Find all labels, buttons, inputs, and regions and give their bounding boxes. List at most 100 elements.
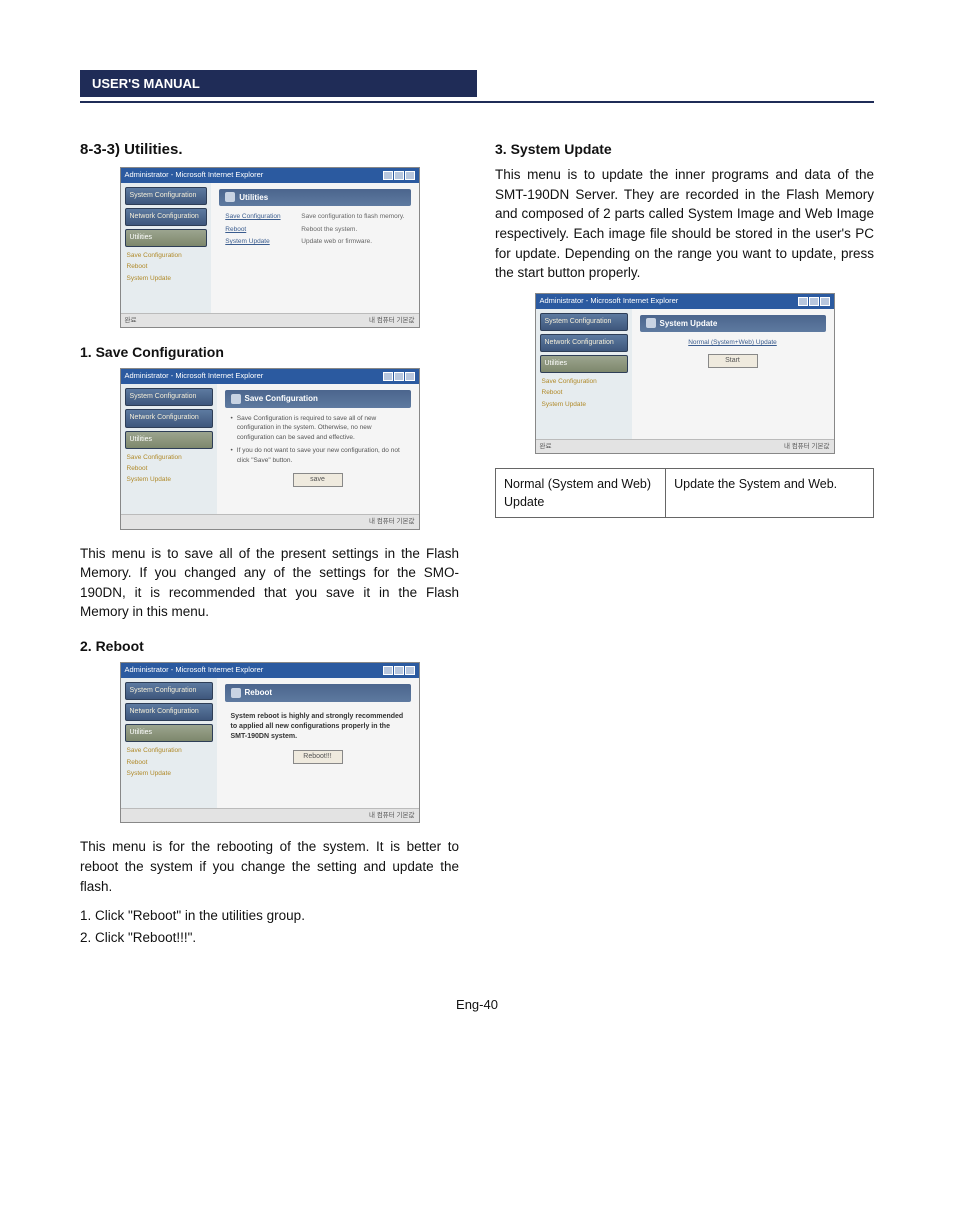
- header-bar: USER'S MANUAL: [80, 70, 477, 97]
- panel-main: Utilities Save Configuration Save config…: [211, 183, 418, 313]
- sidebar-item-network[interactable]: Network Configuration: [540, 334, 628, 352]
- status-bar: 내 컴퓨터 기본값: [121, 514, 419, 528]
- sidebar-sub-reboot[interactable]: Reboot: [125, 463, 213, 474]
- util-val: Save configuration to flash memory.: [301, 212, 404, 221]
- util-key[interactable]: Save Configuration: [225, 212, 295, 221]
- status-bar: 내 컴퓨터 기본값: [121, 808, 419, 822]
- panel-content: Normal (System+Web) Update Start: [640, 332, 826, 374]
- save-button[interactable]: save: [293, 473, 343, 487]
- panel-icon: [231, 394, 241, 404]
- bullet-text: Save Configuration is required to save a…: [237, 414, 405, 442]
- screenshot-save: Administrator - Microsoft Internet Explo…: [120, 368, 420, 529]
- status-right: 내 컴퓨터 기본값: [369, 316, 414, 325]
- panel-content: Save Configuration Save configuration to…: [219, 206, 410, 255]
- screenshot-utilities: Administrator - Microsoft Internet Explo…: [120, 167, 420, 328]
- update-table: Normal (System and Web) Update Update th…: [495, 468, 874, 518]
- status-left: 완료: [125, 316, 137, 325]
- sidebar: System Configuration Network Configurati…: [536, 309, 632, 439]
- window-body: System Configuration Network Configurati…: [121, 678, 419, 808]
- bullet-text: If you do not want to save your new conf…: [237, 446, 405, 465]
- update-body: This menu is to update the inner program…: [495, 165, 874, 282]
- status-right: 내 컴퓨터 기본값: [784, 442, 829, 451]
- window-title: Administrator - Microsoft Internet Explo…: [540, 296, 679, 307]
- window-title: Administrator - Microsoft Internet Explo…: [125, 665, 264, 676]
- sidebar-sub-reboot[interactable]: Reboot: [125, 757, 213, 768]
- sidebar-sub-reboot[interactable]: Reboot: [540, 387, 628, 398]
- panel-main: System Update Normal (System+Web) Update…: [632, 309, 834, 439]
- sidebar-sub-update[interactable]: System Update: [125, 768, 213, 779]
- sidebar-item-system[interactable]: System Configuration: [125, 388, 213, 406]
- panel-title: Save Configuration: [245, 393, 318, 405]
- close-icon: [820, 297, 830, 306]
- max-icon: [394, 171, 404, 180]
- save-body: This menu is to save all of the present …: [80, 544, 459, 622]
- panel-content: System reboot is highly and strongly rec…: [225, 702, 411, 771]
- reboot-heading: 2. Reboot: [80, 636, 459, 656]
- window-buttons: [798, 297, 830, 306]
- sidebar-sub-update[interactable]: System Update: [540, 399, 628, 410]
- update-desc: Update the System and Web.: [666, 468, 874, 517]
- start-button[interactable]: Start: [708, 354, 758, 368]
- panel-head: Save Configuration: [225, 390, 411, 408]
- status-bar: 완료 내 컴퓨터 기본값: [121, 313, 419, 327]
- util-val: Update web or firmware.: [301, 237, 404, 246]
- sidebar: System Configuration Network Configurati…: [121, 678, 217, 808]
- sidebar-sub-save[interactable]: Save Configuration: [125, 452, 213, 463]
- reboot-note: System reboot is highly and strongly rec…: [231, 712, 405, 742]
- update-note: Normal (System+Web) Update: [646, 338, 820, 347]
- left-column: 8-3-3) Utilities. Administrator - Micros…: [80, 139, 459, 957]
- window-buttons: [383, 171, 415, 180]
- sidebar-item-system[interactable]: System Configuration: [125, 187, 208, 205]
- panel-icon: [225, 192, 235, 202]
- sidebar-sub-save[interactable]: Save Configuration: [540, 376, 628, 387]
- window-body: System Configuration Network Configurati…: [121, 183, 419, 313]
- sidebar-sub-update[interactable]: System Update: [125, 474, 213, 485]
- reboot-steps: 1. Click "Reboot" in the utilities group…: [80, 906, 459, 947]
- sidebar-sub-reboot[interactable]: Reboot: [125, 261, 208, 272]
- sidebar-sub-update[interactable]: System Update: [125, 273, 208, 284]
- panel-icon: [646, 318, 656, 328]
- status-bar: 완료 내 컴퓨터 기본값: [536, 439, 834, 453]
- sidebar-item-network[interactable]: Network Configuration: [125, 208, 208, 226]
- bullet: • Save Configuration is required to save…: [231, 414, 405, 442]
- window-buttons: [383, 666, 415, 675]
- sidebar-item-utilities[interactable]: Utilities: [540, 355, 628, 373]
- sidebar-sub-save[interactable]: Save Configuration: [125, 745, 213, 756]
- sidebar-sub-save[interactable]: Save Configuration: [125, 250, 208, 261]
- window-titlebar: Administrator - Microsoft Internet Explo…: [536, 294, 834, 309]
- reboot-button[interactable]: Reboot!!!: [293, 750, 343, 764]
- panel-title: System Update: [660, 318, 718, 330]
- step: 1. Click "Reboot" in the utilities group…: [80, 906, 459, 926]
- util-key[interactable]: System Update: [225, 237, 295, 246]
- window-body: System Configuration Network Configurati…: [536, 309, 834, 439]
- min-icon: [383, 666, 393, 675]
- right-column: 3. System Update This menu is to update …: [495, 139, 874, 957]
- bullet: • If you do not want to save your new co…: [231, 446, 405, 465]
- utilities-heading: 8-3-3) Utilities.: [80, 139, 459, 161]
- page-number: Eng-40: [456, 997, 498, 1012]
- update-heading: 3. System Update: [495, 139, 874, 159]
- util-key[interactable]: Reboot: [225, 225, 295, 234]
- min-icon: [383, 372, 393, 381]
- window-buttons: [383, 372, 415, 381]
- sidebar-item-utilities[interactable]: Utilities: [125, 229, 208, 247]
- panel-head: Utilities: [219, 189, 410, 207]
- bullet-icon: •: [231, 446, 233, 465]
- close-icon: [405, 372, 415, 381]
- panel-icon: [231, 688, 241, 698]
- sidebar-item-network[interactable]: Network Configuration: [125, 409, 213, 427]
- window-titlebar: Administrator - Microsoft Internet Explo…: [121, 369, 419, 384]
- update-mode: Normal (System and Web) Update: [496, 468, 666, 517]
- max-icon: [394, 372, 404, 381]
- panel-title: Utilities: [239, 192, 268, 204]
- sidebar-item-system[interactable]: System Configuration: [125, 682, 213, 700]
- sidebar-item-utilities[interactable]: Utilities: [125, 431, 213, 449]
- min-icon: [798, 297, 808, 306]
- close-icon: [405, 666, 415, 675]
- sidebar: System Configuration Network Configurati…: [121, 183, 212, 313]
- sidebar-item-network[interactable]: Network Configuration: [125, 703, 213, 721]
- sidebar-item-system[interactable]: System Configuration: [540, 313, 628, 331]
- sidebar: System Configuration Network Configurati…: [121, 384, 217, 514]
- manual-page: USER'S MANUAL 8-3-3) Utilities. Administ…: [0, 0, 954, 1072]
- sidebar-item-utilities[interactable]: Utilities: [125, 724, 213, 742]
